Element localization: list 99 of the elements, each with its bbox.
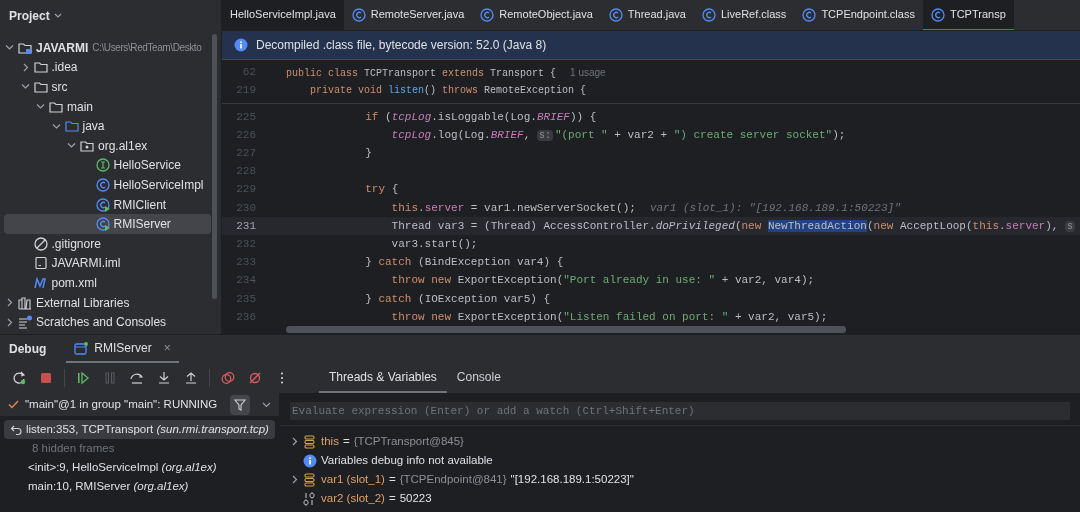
stop-icon [39, 371, 53, 385]
mute-breakpoints-icon [248, 371, 262, 385]
tree-item[interactable]: JAVARMI C:\Users\RedTeam\Deskto [4, 38, 211, 58]
code-line: public class TCPTransport extends Transport { 1 usage [286, 65, 606, 81]
tree-item[interactable]: External Libraries [4, 292, 211, 313]
variable-entry[interactable]: var1 (slot_1) = {TCPEndpoint@841} "[192.168.189.1:50223]" [321, 470, 634, 489]
editor-tab[interactable]: HelloServiceImpl.java [222, 0, 344, 30]
code-line: } catch (IOException var5) { [364, 291, 551, 307]
tree-item[interactable]: HelloServiceImpl [4, 175, 211, 195]
code-line: } [364, 146, 372, 162]
rerun-icon [12, 371, 26, 385]
interface-icon [95, 158, 110, 173]
editor-tab[interactable]: RemoteServer.java [343, 0, 473, 30]
horizontal-scrollbar[interactable] [286, 326, 846, 334]
tree-item[interactable]: .gitignore [4, 233, 211, 254]
chevron-right-icon[interactable] [290, 437, 299, 446]
resume-icon [76, 371, 90, 385]
tree-item[interactable]: RMIClient [4, 194, 211, 215]
runnable-class-icon [95, 197, 110, 212]
line-number: 231 [235, 218, 256, 234]
folder-icon [33, 60, 48, 75]
folder-icon [49, 99, 63, 114]
info-message: Variables debug info not available [321, 452, 493, 468]
close-button[interactable]: × [163, 339, 171, 357]
editor-tab[interactable]: RemoteObject.java [472, 0, 601, 30]
code-line: throw new ExportException("Listen failed on port: " + var2, var5); [390, 309, 828, 325]
code-line: var3.start(); [390, 237, 478, 252]
session-tab[interactable]: RMIServer × [66, 335, 179, 363]
tree-item[interactable]: Scratches and Consoles [4, 312, 211, 332]
hidden-frames[interactable]: 8 hidden frames [4, 439, 275, 458]
stack-frame[interactable]: main:10, RMIServer (org.al1ex) [4, 477, 275, 496]
evaluate-expression-field[interactable]: Evaluate expression (Enter) or add a watch (Ctrl+Shift+Enter) [290, 402, 1070, 420]
code-line: Thread var3 = (Thread) AccessController.doPrivileged(new NewThreadAction(new AcceptLoop(this.server), s [390, 218, 1077, 234]
libraries-icon [18, 295, 32, 310]
variable-entry[interactable]: var2 (slot_2) = 50223 [321, 489, 432, 508]
folder-icon [64, 119, 79, 134]
banner-text: Decompiled .class file, bytecode version: 52.0 (Java 8) [256, 37, 547, 55]
info-icon [234, 38, 248, 53]
return-arrow-icon [10, 423, 22, 436]
maven-icon [33, 275, 48, 290]
app-window-icon [74, 341, 89, 355]
chevron-down-icon[interactable] [53, 13, 62, 19]
tree-item[interactable]: pom.xml [4, 273, 211, 293]
step-out-icon [184, 371, 198, 385]
filter-icon[interactable] [230, 394, 250, 415]
code-line: this.server = var1.newServerSocket(); var1 (slot_1): "[192.168.189.1:50223]" [390, 200, 901, 216]
code-line: if (tcpLog.isLoggable(Log.BRIEF)) { [364, 109, 597, 125]
editor-tab[interactable]: Thread.java [600, 0, 694, 30]
check-icon [8, 400, 19, 409]
tree-item[interactable]: .idea [4, 57, 211, 78]
class-icon [480, 7, 495, 22]
folder-icon [33, 80, 48, 94]
info-icon [303, 453, 317, 468]
class-icon [608, 7, 623, 22]
tree-item[interactable]: src [4, 77, 211, 97]
variable-entry[interactable]: this = {TCPTransport@845} [321, 432, 464, 451]
ignore-file-icon [33, 236, 48, 251]
stack-frame[interactable]: <init>:9, HelloServiceImpl (org.al1ex) [4, 458, 275, 477]
code-line: throw new ExportException("Port already in use: " + var2, var4); [390, 273, 815, 289]
file-icon [33, 256, 48, 271]
code-line: private void listen() throws RemoteException { [309, 84, 587, 99]
class-icon [930, 7, 945, 22]
step-into-icon [157, 371, 171, 385]
tree-item[interactable]: JAVARMI.iml [4, 253, 211, 274]
chevron-down-icon[interactable] [262, 401, 271, 408]
stack-icon [303, 434, 317, 449]
scratches-icon [18, 315, 32, 330]
chevron-right-icon[interactable] [290, 475, 299, 484]
tree-item[interactable]: java [4, 116, 211, 136]
tree-item[interactable]: HelloService [4, 155, 211, 176]
chevron-right-icon[interactable] [5, 298, 14, 307]
pause-icon [103, 371, 117, 385]
stack-frame[interactable]: listen:353, TCPTransport (sun.rmi.transport.tcp) [4, 420, 275, 439]
runnable-class-icon [95, 217, 110, 232]
editor-tab[interactable]: TCPTransp [922, 0, 1014, 30]
panel-title: Debug [9, 341, 47, 358]
tree-item[interactable]: org.al1ex [4, 135, 211, 156]
tree-item[interactable]: RMIServer [4, 214, 211, 234]
code-line: tcpLog.log(Log.BRIEF, s: "(port " + var2 + ") create server socket"); [390, 127, 846, 143]
panel-title[interactable]: Project [9, 7, 50, 25]
scrollbar[interactable] [212, 34, 217, 299]
class-icon [701, 7, 716, 22]
class-icon [351, 7, 366, 22]
thread-selector[interactable]: "main"@1 in group "main": RUNNING [0, 393, 279, 417]
project-folder-icon [18, 40, 32, 55]
class-icon [95, 177, 110, 192]
stack-icon [303, 472, 317, 487]
class-icon [802, 7, 817, 22]
code-line: } catch (BindException var4) { [364, 255, 564, 271]
editor-tab[interactable]: LiveRef.class [693, 0, 795, 30]
binary-digits-icon [303, 491, 317, 506]
view-breakpoints-icon [221, 371, 235, 385]
editor-tab[interactable]: TCPEndpoint.class [794, 0, 923, 30]
code-line: try { [364, 182, 399, 198]
step-over-icon [130, 371, 144, 385]
tab[interactable]: Console [446, 363, 511, 393]
package-icon [80, 138, 94, 153]
chevron-down-icon[interactable] [5, 43, 14, 53]
tree-item[interactable]: main [4, 96, 211, 117]
